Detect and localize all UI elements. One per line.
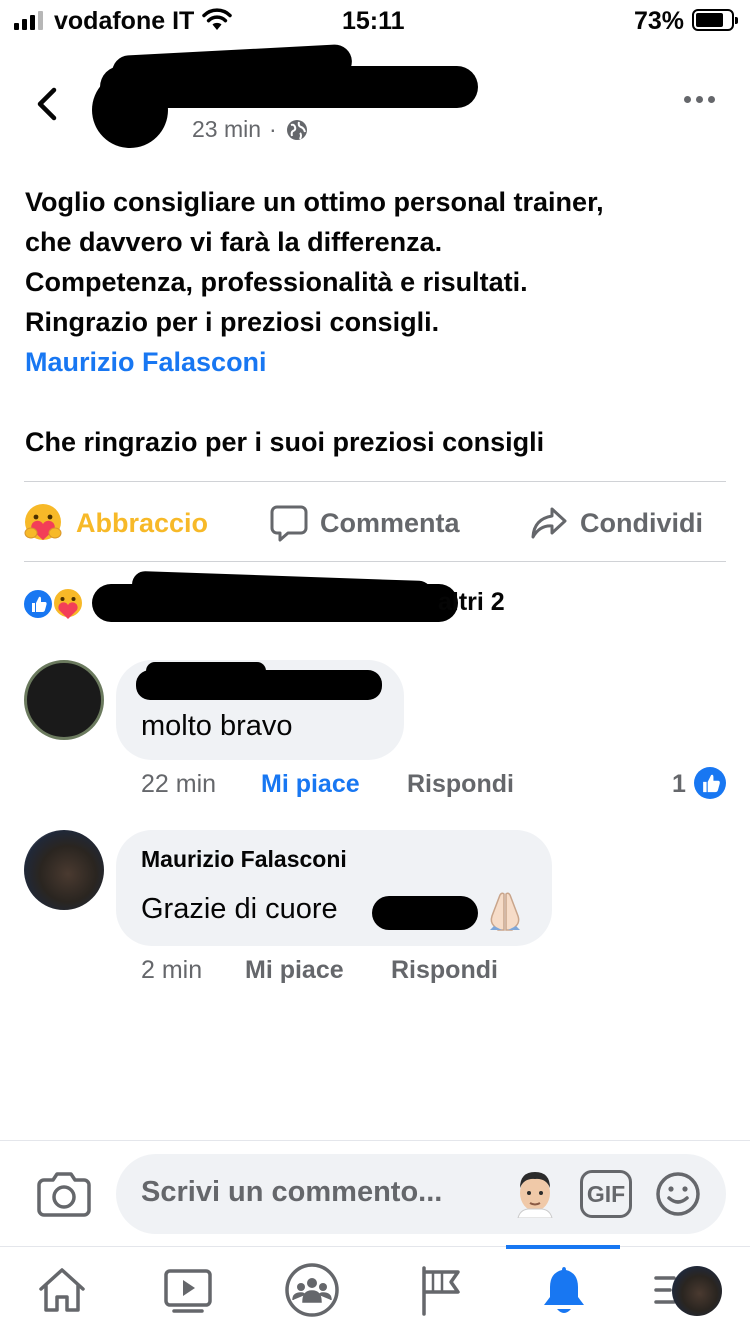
react-label: Abbraccio xyxy=(76,507,209,538)
tab-watch[interactable] xyxy=(160,1262,216,1318)
post-line: Competenza, professionalità e risultati. xyxy=(25,267,528,297)
care-icon xyxy=(24,504,62,540)
cellular-signal-icon xyxy=(14,10,43,30)
bell-icon xyxy=(544,1267,584,1313)
divider xyxy=(24,561,726,562)
comment-reaction-count[interactable]: 1 xyxy=(672,770,686,799)
reactions-others: altri 2 xyxy=(438,588,505,616)
active-tab-indicator xyxy=(506,1245,620,1249)
status-bar: vodafone IT 15:11 73% xyxy=(0,0,750,42)
emoji-icon[interactable] xyxy=(654,1170,702,1218)
post-text: Voglio consigliare un ottimo personal tr… xyxy=(25,182,725,462)
comment-label: Commenta xyxy=(320,507,460,538)
comment-like-button[interactable]: Mi piace xyxy=(245,956,344,985)
battery-icon xyxy=(692,9,738,31)
divider xyxy=(0,1246,750,1247)
commenter-avatar[interactable] xyxy=(24,830,104,910)
post-line: Voglio consigliare un ottimo personal tr… xyxy=(25,187,604,217)
comment-time: 2 min xyxy=(141,956,203,984)
more-dots-icon xyxy=(684,96,691,103)
divider xyxy=(24,481,726,482)
comment-reply-button[interactable]: Rispondi xyxy=(407,770,514,799)
groups-icon xyxy=(285,1263,339,1317)
wifi-icon xyxy=(202,8,232,39)
post-time: 23 min xyxy=(192,116,262,142)
reactions-summary[interactable]: altri 2 xyxy=(22,570,722,624)
avatar-sticker-icon[interactable] xyxy=(512,1166,558,1218)
comment-time: 22 min xyxy=(141,770,217,798)
share-label: Condividi xyxy=(580,507,703,538)
reactors-names-redacted xyxy=(92,584,458,622)
home-icon xyxy=(39,1268,85,1312)
globe-icon xyxy=(286,119,307,140)
post-line: che davvero vi farà la differenza. xyxy=(25,227,443,257)
comment-reply-button[interactable]: Rispondi xyxy=(391,956,498,985)
post-author-name-redacted xyxy=(100,66,478,108)
tab-groups[interactable] xyxy=(284,1262,340,1318)
tab-notifications[interactable] xyxy=(536,1262,592,1318)
more-options-button[interactable] xyxy=(684,96,715,103)
comment-button[interactable]: Commenta xyxy=(270,494,460,552)
speech-bubble-icon xyxy=(270,505,308,542)
post-line: Che ringrazio per i suoi preziosi consig… xyxy=(25,427,545,457)
gif-button[interactable]: GIF xyxy=(580,1170,632,1218)
tab-home[interactable] xyxy=(34,1262,90,1318)
battery-percentage: 73% xyxy=(634,7,685,35)
camera-button[interactable] xyxy=(36,1168,92,1218)
post-actions: Abbraccio Commenta Condividi xyxy=(0,494,750,552)
comment-text: molto bravo xyxy=(141,710,293,742)
profile-avatar[interactable] xyxy=(672,1266,722,1316)
folded-hands-icon xyxy=(490,892,520,931)
chevron-left-icon xyxy=(37,87,57,121)
comment-input-placeholder: Scrivi un commento... xyxy=(141,1176,443,1208)
share-button[interactable]: Condividi xyxy=(530,494,703,552)
commenter-name[interactable]: Maurizio Falasconi xyxy=(141,846,347,873)
commenter-avatar[interactable] xyxy=(24,660,104,740)
meta-separator: · xyxy=(269,116,277,142)
clock: 15:11 xyxy=(342,7,405,35)
redaction xyxy=(372,896,478,930)
share-arrow-icon xyxy=(531,507,567,539)
flag-icon xyxy=(422,1266,460,1316)
care-icon xyxy=(52,587,84,619)
camera-icon xyxy=(37,1172,91,1217)
post-meta: 23 min · xyxy=(192,116,309,143)
like-icon xyxy=(694,767,726,799)
post-line: Ringrazio per i preziosi consigli. xyxy=(25,307,440,337)
back-button[interactable] xyxy=(28,82,68,126)
comment-text: Grazie di cuore xyxy=(141,893,338,925)
mention-link[interactable]: Maurizio Falasconi xyxy=(25,342,725,382)
react-button[interactable]: Abbraccio xyxy=(22,494,208,552)
carrier-name: vodafone IT xyxy=(54,7,195,35)
comment-like-button[interactable]: Mi piace xyxy=(261,770,360,799)
video-icon xyxy=(164,1269,212,1313)
commenter-name-redacted xyxy=(136,670,382,700)
divider xyxy=(0,1140,750,1141)
tab-pages[interactable] xyxy=(412,1262,468,1318)
